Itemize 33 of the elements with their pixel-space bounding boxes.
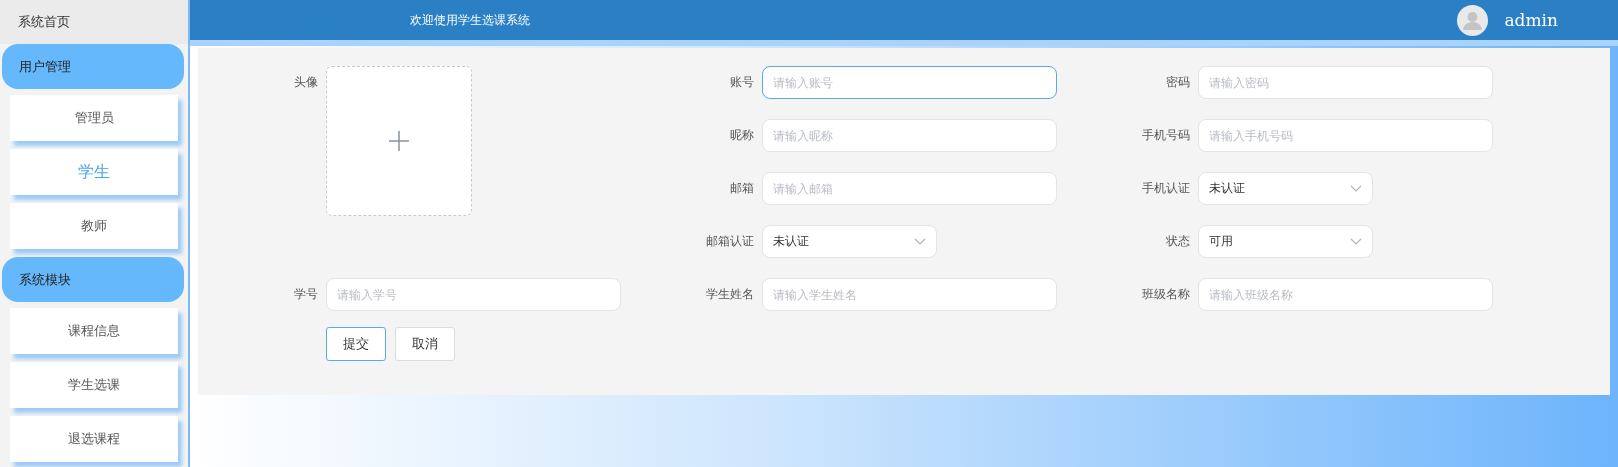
submit-button[interactable]: 提交 [326,327,386,361]
chevron-down-icon [1350,237,1362,246]
field-label: 班级名称 [1142,286,1190,303]
field-label: 邮箱认证 [706,233,754,250]
cancel-button[interactable]: 取消 [395,327,455,361]
field-label: 密码 [1166,74,1190,91]
select-field[interactable]: 未认证 [1198,172,1373,205]
select-field[interactable]: 未认证 [762,225,937,258]
header-title: 欢迎使用学生选课系统 [410,11,531,29]
menu-group-header[interactable]: 用户管理 [2,44,184,89]
sidebar-item[interactable]: 管理员 [10,95,178,141]
field-label: 状态 [1166,233,1190,250]
sidebar-item[interactable]: 退选课程 [10,416,178,462]
plus-icon [388,130,410,152]
field-label: 手机认证 [1142,180,1190,197]
chevron-down-icon [1350,184,1362,193]
text-field[interactable]: 请输入账号 [762,66,1057,99]
field-label: 邮箱 [730,180,754,197]
sidebar-item[interactable]: 教师 [10,203,178,249]
field-label: 昵称 [730,127,754,144]
field-label: 账号 [730,74,754,91]
field-label: 手机号码 [1142,127,1190,144]
sidebar-item[interactable]: 课程信息 [10,308,178,354]
select-field[interactable]: 可用 [1198,225,1373,258]
field-label: 头像 [294,74,318,91]
username[interactable]: admin [1504,10,1558,30]
chevron-down-icon [914,237,926,246]
field-label: 学号 [294,286,318,303]
menu-group-header[interactable]: 系统模块 [2,257,184,302]
home-link[interactable]: 系统首页 [0,0,188,44]
user-avatar-icon[interactable] [1457,4,1489,36]
sidebar-item[interactable]: 学生选课 [10,362,178,408]
field-label: 学生姓名 [706,286,754,303]
